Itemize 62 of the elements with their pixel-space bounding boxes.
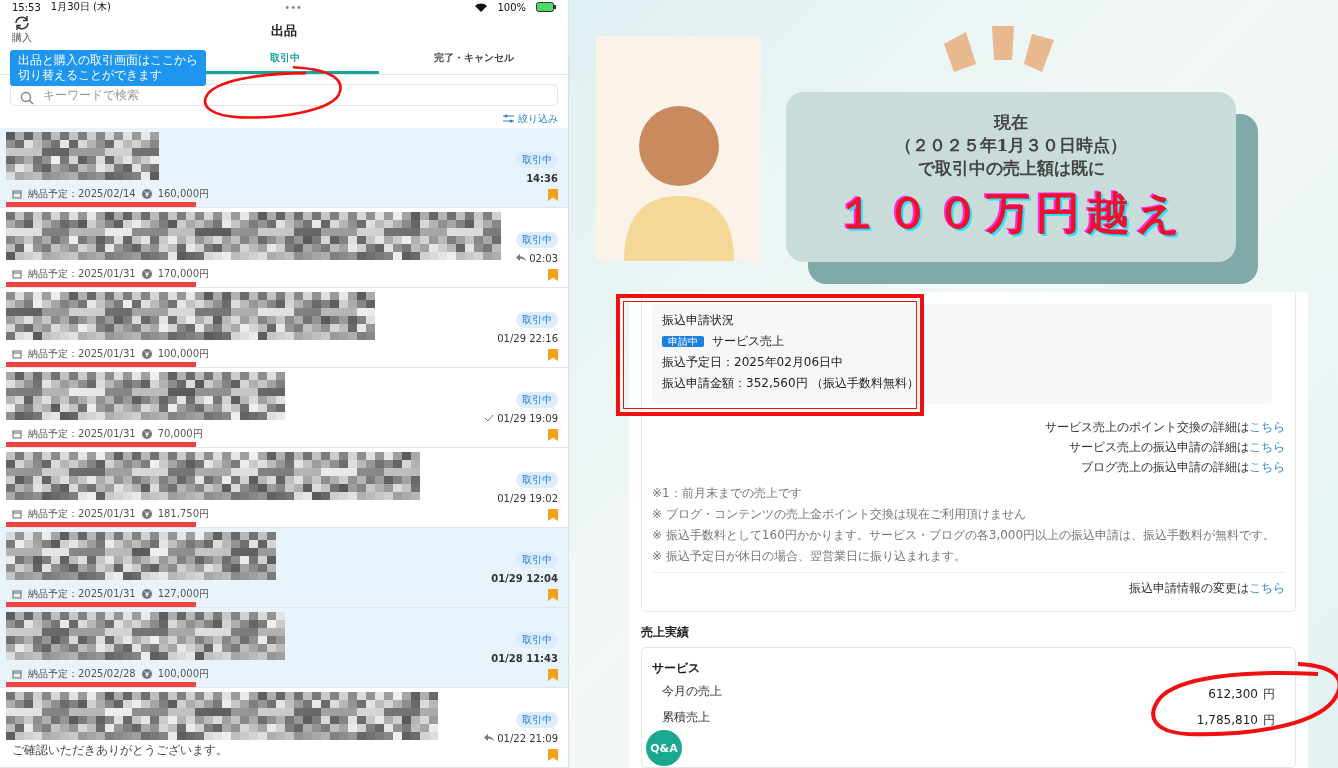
price: 181,750円: [157, 507, 209, 521]
page-title: 出品: [271, 22, 297, 41]
delivery-date: 納品予定：2025/01/31: [28, 507, 136, 521]
detail-link-text: ブログ売上の振込申請の詳細はこちら: [1080, 459, 1285, 476]
status-time: 15:53: [12, 1, 41, 13]
note-text: ※1：前月末までの売上です: [652, 485, 803, 502]
transfer-title: 振込申請状況: [662, 312, 735, 329]
currency-unit: 円: [1263, 687, 1275, 701]
price: 160,000円: [157, 187, 209, 201]
status-badge: 取引中: [516, 152, 558, 168]
note-text: ※ ブログ・コンテンツの売上金ポイント交換は現在ご利用頂けません: [652, 506, 1027, 523]
note-text: ※ 振込予定日が休日の場合、翌営業日に振り込まれます。: [652, 548, 967, 565]
status-badge: 取引中: [516, 472, 558, 488]
transfer-date: 振込予定日：2025年02月06日中: [662, 354, 845, 371]
status-badge: 取引中: [516, 632, 558, 648]
delivery-date: 納品予定：2025/01/31: [28, 267, 136, 281]
subsection-heading: サービス: [652, 660, 701, 677]
status-badge: 取引中: [516, 232, 558, 248]
detail-link-text: サービス売上の振込申請の詳細はこちら: [1068, 439, 1285, 456]
transfer-amount: 振込申請金額：352,560円 （振込手数料無料）: [662, 375, 921, 392]
sales-type: サービス売上: [712, 334, 784, 348]
timestamp: 02:03: [516, 253, 558, 264]
price: 100,000円: [157, 347, 209, 361]
timestamp: 01/29 19:02: [497, 493, 558, 504]
price: 70,000円: [157, 427, 203, 441]
timestamp: 14:36: [526, 173, 558, 184]
delivery-date: 納品予定：2025/01/31: [28, 427, 136, 441]
section-heading: 売上実績: [641, 624, 690, 641]
status-date: 1月30日 (木): [50, 0, 111, 15]
delivery-date: 納品予定：2025/01/31: [28, 347, 136, 361]
banner-text: 現在: [994, 111, 1028, 134]
price: 170,000円: [157, 267, 209, 281]
note-text: ※ 振込手数料として160円かかります。サービス・ブログの各3,000円以上の振込申請は、振込手数料が無料です。: [652, 527, 1277, 544]
status-badge: 申請中: [662, 336, 704, 347]
timestamp: 01/29 22:16: [497, 333, 558, 344]
sales-label: 今月の売上: [662, 683, 722, 700]
delivery-date: 納品予定：2025/01/31: [28, 587, 136, 601]
status-badge: 取引中: [516, 552, 558, 568]
sales-value: 1,785,810: [1196, 713, 1258, 727]
status-badge: 取引中: [516, 392, 558, 408]
timestamp: 01/28 11:43: [491, 653, 558, 664]
status-badge: 取引中: [516, 712, 558, 728]
message-preview: ご確認いただきありがとうございます。: [11, 742, 229, 759]
delivery-date: 納品予定：2025/02/14: [28, 187, 136, 201]
timestamp: 01/29 12:04: [491, 573, 558, 584]
sales-label: 累積売上: [662, 709, 710, 726]
timestamp: 01/29 19:09: [484, 413, 558, 424]
currency-unit: 円: [1263, 713, 1275, 727]
banner-text: （２０２５年1月３０日時点）: [894, 134, 1128, 157]
banner-text: で取引中の売上額は既に: [917, 157, 1105, 180]
price: 100,000円: [157, 667, 209, 681]
delivery-date: 納品予定：2025/02/28: [28, 667, 136, 681]
banner-headline: １００万円越え: [835, 186, 1187, 240]
price: 127,000円: [157, 587, 209, 601]
timestamp: 01/22 21:09: [484, 733, 558, 744]
multitasking-dots: •••: [283, 1, 303, 13]
detail-link-text: サービス売上のポイント交換の詳細はこちら: [1044, 419, 1285, 436]
tooltip: 出品と購入の取引画面はここから 切り替えることができます: [10, 50, 206, 87]
change-link-text: 振込申請情報の変更はこちら: [1128, 580, 1285, 597]
sales-value: 612,300: [1208, 687, 1258, 701]
status-badge: 取引中: [516, 312, 558, 328]
battery-percent: 100%: [497, 1, 526, 13]
